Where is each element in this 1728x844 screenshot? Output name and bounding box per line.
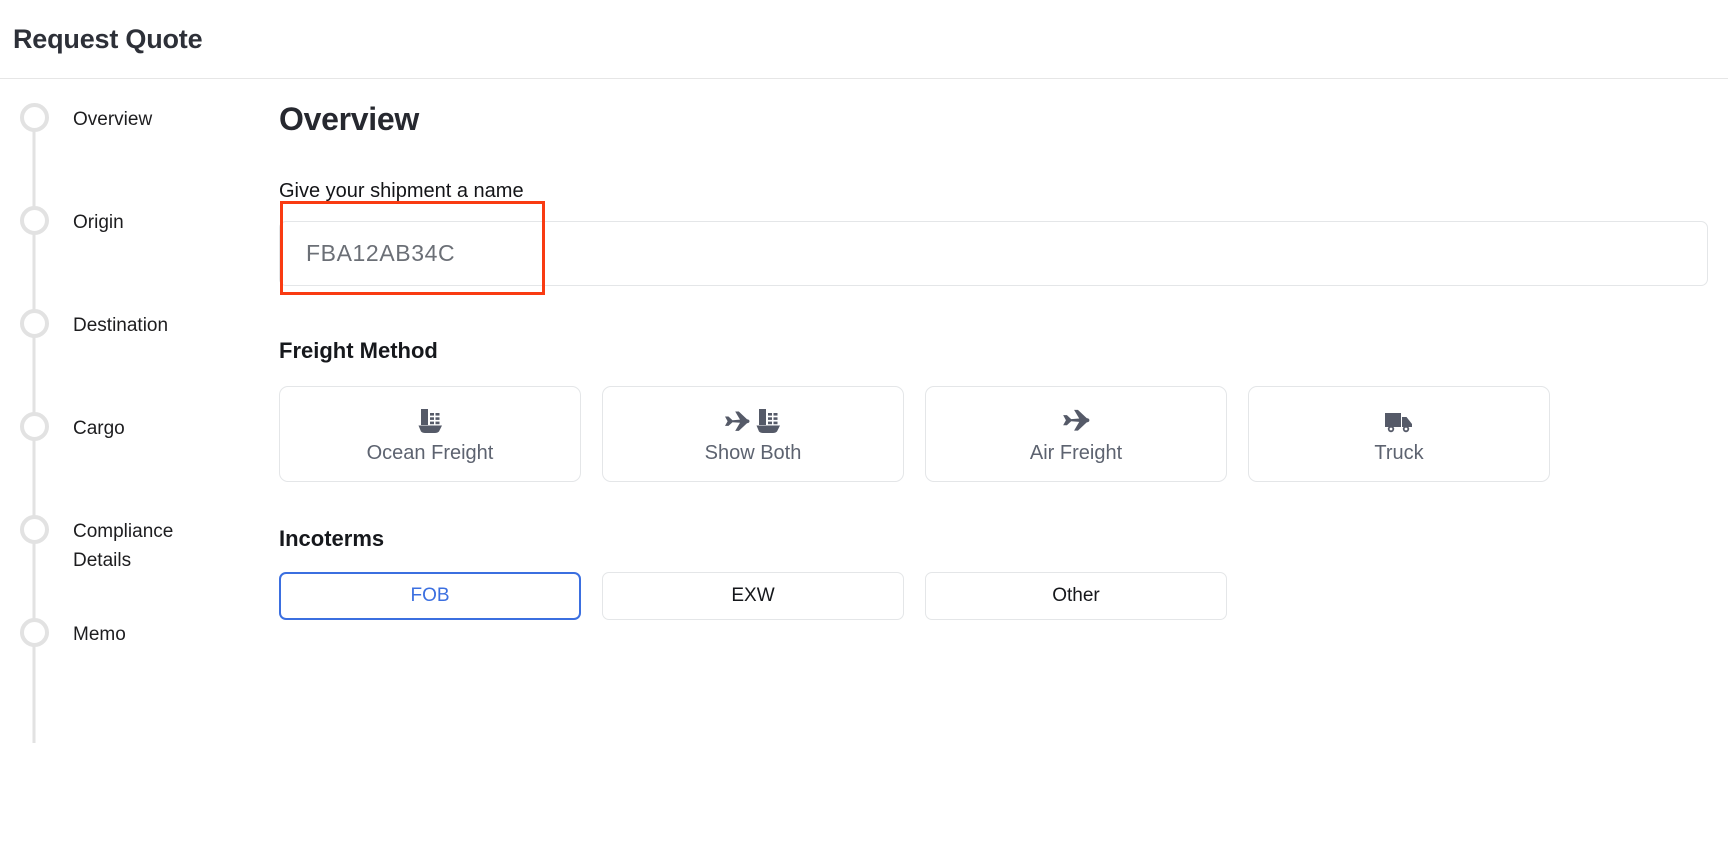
step-bullet-icon [20, 103, 49, 132]
page-title: Request Quote [13, 23, 203, 54]
sidebar-item-label: Destination [73, 315, 169, 336]
sidebar-item-overview[interactable]: Overview [0, 103, 279, 228]
freight-method-ocean-freight[interactable]: Ocean Freight [279, 386, 581, 482]
freight-method-air-freight[interactable]: Air Freight [925, 386, 1227, 482]
shipment-name-input[interactable] [279, 221, 1708, 286]
sidebar-item-label: Cargo [73, 418, 125, 439]
freight-method-truck[interactable]: Truck [1248, 386, 1550, 482]
overview-panel: Overview Give your shipment a name Freig… [279, 79, 1728, 844]
plane-icon [1061, 404, 1091, 434]
sidebar-item-label: Overview [73, 109, 153, 130]
stepper-rail [32, 640, 36, 743]
sidebar-item-origin[interactable]: Origin [0, 206, 279, 331]
sidebar-item-compliance-details[interactable]: Compliance Details [0, 515, 279, 640]
truck-icon [1383, 404, 1415, 434]
freight-method-label-text: Air Freight [1029, 441, 1123, 464]
progress-stepper: Overview Origin Destination Cargo Compli… [0, 79, 279, 844]
sidebar-item-memo[interactable]: Memo [0, 618, 279, 743]
sidebar-item-destination[interactable]: Destination [0, 309, 279, 434]
freight-method-options: Ocean Freight Show Both Air Freight Truc… [279, 386, 1728, 482]
page-body: Overview Origin Destination Cargo Compli… [0, 79, 1728, 844]
ship-icon [415, 404, 445, 434]
sidebar-item-label: Origin [73, 212, 124, 233]
page-header: Request Quote [0, 0, 1728, 79]
ship-icon [753, 406, 783, 434]
incoterms-options: FOB EXW Other [279, 572, 1728, 620]
incoterms-label: Incoterms [279, 526, 385, 551]
step-bullet-icon [20, 309, 49, 338]
freight-method-label-text: Show Both [704, 441, 802, 464]
step-bullet-icon [20, 618, 49, 647]
incoterm-exw-button[interactable]: EXW [602, 572, 904, 620]
freight-method-label-text: Truck [1374, 441, 1424, 464]
sidebar-item-label: Memo [73, 624, 126, 645]
freight-method-label: Freight Method [279, 338, 438, 363]
shipment-name-label: Give your shipment a name [279, 180, 524, 202]
step-bullet-icon [20, 515, 49, 544]
sidebar-item-cargo[interactable]: Cargo [0, 412, 279, 537]
plane-icon [723, 408, 751, 434]
incoterm-other-button[interactable]: Other [925, 572, 1227, 620]
freight-method-label-text: Ocean Freight [366, 441, 494, 464]
freight-method-show-both[interactable]: Show Both [602, 386, 904, 482]
section-title: Overview [279, 101, 419, 137]
incoterm-fob-button[interactable]: FOB [279, 572, 581, 620]
sidebar-item-label: Compliance Details [73, 521, 174, 571]
step-bullet-icon [20, 412, 49, 441]
step-bullet-icon [20, 206, 49, 235]
